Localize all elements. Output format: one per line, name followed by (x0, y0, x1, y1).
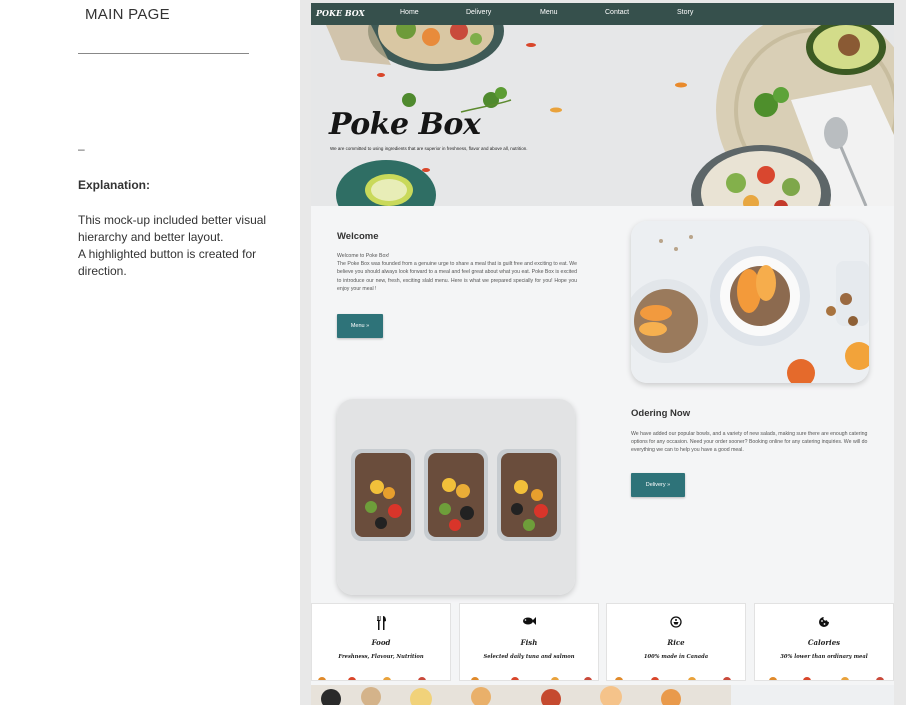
feature-cards: Food Freshness, Flavour, Nutrition Fish … (311, 603, 894, 683)
card-title: Fish (520, 638, 538, 647)
mockup-frame: POKE BOX Home Delivery Menu Contact Stor… (300, 0, 906, 705)
delivery-button[interactable]: Delivery » (631, 473, 685, 497)
card-description: 30% lower than ordinary meal (780, 654, 868, 660)
top-nav-bar: POKE BOX Home Delivery Menu Contact Stor… (311, 3, 894, 25)
feature-card-calories: Calories 30% lower than ordinary meal (754, 603, 894, 681)
nav-home[interactable]: Home (400, 9, 419, 16)
card-description: Selected daily tuna and salmon (483, 654, 575, 660)
welcome-body: The Poke Box was founded from a genuine … (337, 261, 577, 292)
card-description: 100% made in Canada (643, 654, 709, 660)
ordering-body: We have added our popular bowls, and a v… (631, 431, 868, 454)
nav-delivery[interactable]: Delivery (466, 9, 491, 16)
rice-icon (607, 616, 745, 630)
hero-banner: Poke Box We are committed to using ingre… (311, 25, 894, 206)
rice-strip-decoration (615, 677, 731, 680)
cookie-icon (755, 616, 893, 630)
bottom-food-image (311, 685, 894, 705)
ordering-heading: Odering Now (631, 408, 691, 419)
title-underline (78, 53, 249, 54)
card-title: Calories (807, 638, 841, 647)
meal-prep-containers-image (337, 399, 575, 595)
feature-card-food: Food Freshness, Flavour, Nutrition (311, 603, 451, 681)
explanation-body: This mock-up included better visual hier… (78, 212, 278, 280)
welcome-text: Welcome to Poke Box! The Poke Box was fo… (337, 252, 577, 293)
feature-card-rice: Rice 100% made in Canada (606, 603, 746, 681)
page-title: MAIN PAGE (85, 6, 170, 23)
utensils-icon (312, 616, 450, 630)
welcome-heading: Welcome (337, 231, 379, 242)
nav-contact[interactable]: Contact (605, 9, 629, 16)
nav-story[interactable]: Story (677, 9, 693, 16)
ordering-food-photo (337, 399, 575, 595)
nav-menu[interactable]: Menu (540, 9, 558, 16)
explanation-line-1: This mock-up included better visual hier… (78, 213, 267, 244)
fish-icon (460, 616, 598, 630)
card-title: Food (371, 638, 391, 647)
calories-strip-decoration (769, 677, 884, 680)
welcome-food-photo (631, 221, 869, 383)
fish-strip-decoration (471, 677, 592, 680)
explanation-heading: Explanation: (78, 178, 151, 192)
breakfast-bowls-image (631, 221, 869, 383)
card-title: Rice (667, 638, 685, 647)
food-strip-decoration (318, 677, 426, 680)
explanation-line-2: A highlighted button is created for dire… (78, 247, 257, 278)
website-mockup: POKE BOX Home Delivery Menu Contact Stor… (311, 3, 894, 705)
welcome-intro: Welcome to Poke Box! (337, 253, 390, 259)
menu-button[interactable]: Menu » (337, 314, 383, 338)
dash-marker: – (78, 142, 85, 156)
hero-title: Poke Box (329, 107, 481, 142)
site-logo[interactable]: POKE BOX (316, 8, 365, 18)
card-description: Freshness, Flavour, Nutrition (338, 654, 424, 660)
hero-tagline: We are committed to using ingredients th… (330, 146, 528, 151)
feature-card-fish: Fish Selected daily tuna and salmon (459, 603, 599, 681)
annotation-panel: MAIN PAGE – Explanation: This mock-up in… (0, 0, 300, 705)
